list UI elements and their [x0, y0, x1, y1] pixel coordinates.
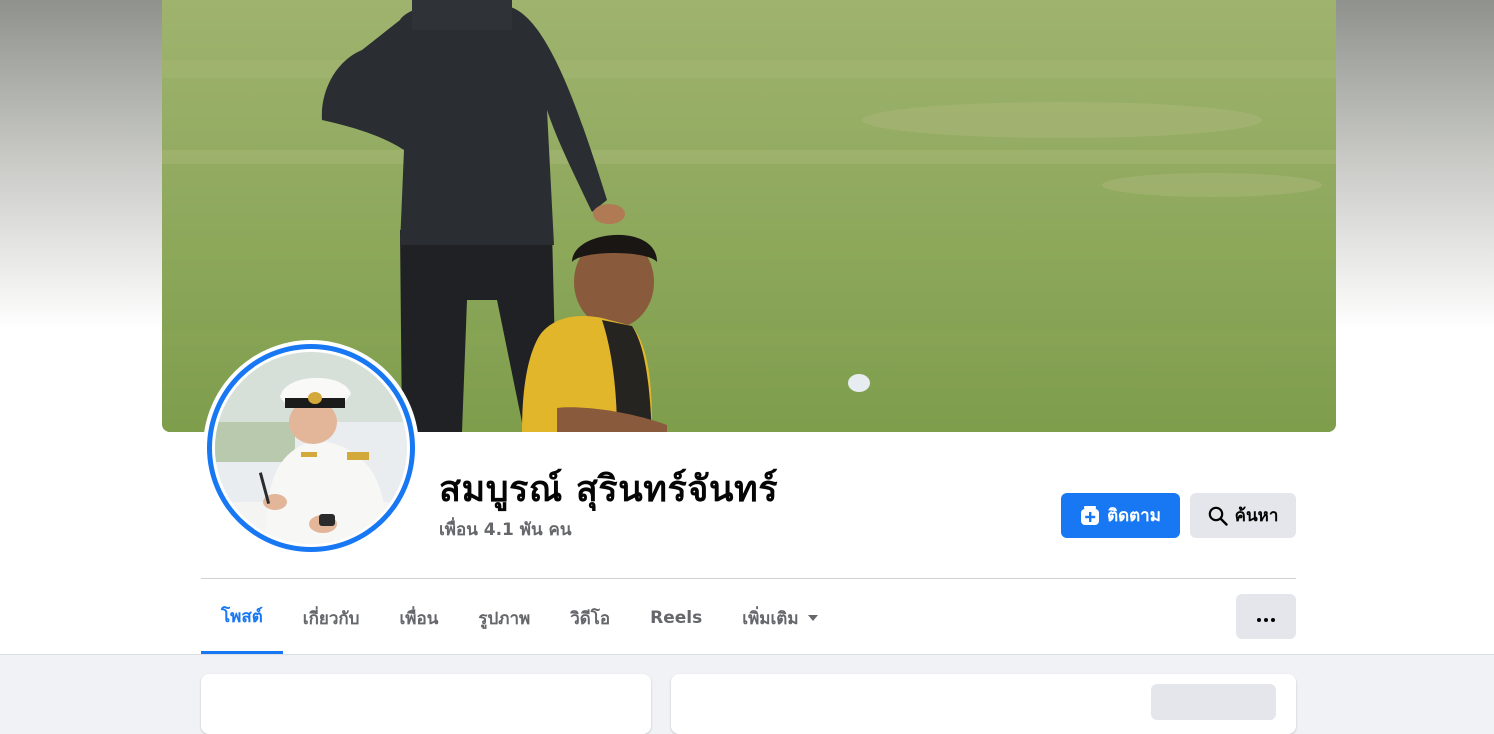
tab-friends[interactable]: เพื่อน: [379, 594, 458, 642]
posts-card: [671, 674, 1296, 734]
avatar-frame: [212, 349, 410, 547]
profile-tabs: โพสต์ เกี่ยวกับ เพื่อน รูปภาพ วิดีโอ Ree…: [201, 594, 839, 654]
tab-label: เกี่ยวกับ: [302, 608, 360, 629]
follow-button-label: ติดตาม: [1107, 506, 1161, 526]
tab-label: เพื่อน: [399, 608, 439, 629]
follow-button[interactable]: ติดตาม: [1061, 493, 1180, 538]
intro-card: [201, 674, 651, 734]
caret-down-icon: [807, 614, 819, 622]
tab-label: รูปภาพ: [478, 608, 531, 629]
avatar: [215, 352, 407, 544]
tab-posts[interactable]: โพสต์: [201, 594, 283, 654]
search-icon: [1208, 506, 1228, 526]
tab-label: Reels: [650, 608, 703, 628]
filter-button[interactable]: [1151, 684, 1276, 720]
friend-count[interactable]: เพื่อน 4.1 พัน คน: [439, 516, 572, 543]
tab-about[interactable]: เกี่ยวกับ: [283, 594, 380, 642]
follow-plus-icon: [1080, 505, 1100, 526]
tab-label: วิดีโอ: [570, 608, 611, 629]
profile-name: สมบูรณ์ สุรินทร์จันทร์: [439, 469, 779, 510]
tab-photos[interactable]: รูปภาพ: [458, 594, 550, 642]
tab-label: เพิ่มเติม: [742, 608, 799, 629]
header-bottom-border: [0, 654, 1494, 655]
tab-more[interactable]: เพิ่มเติม: [722, 594, 838, 642]
header-divider: [201, 578, 1296, 579]
search-button[interactable]: ค้นหา: [1190, 493, 1296, 538]
tab-videos[interactable]: วิดีโอ: [550, 594, 630, 642]
ellipsis-icon: [1257, 607, 1275, 626]
avatar-story-ring: [207, 344, 415, 552]
search-button-label: ค้นหา: [1234, 506, 1279, 526]
profile-picture[interactable]: [203, 340, 419, 556]
tab-label: โพสต์: [221, 607, 263, 627]
more-options-button[interactable]: [1236, 594, 1296, 639]
tab-reels[interactable]: Reels: [630, 594, 722, 642]
